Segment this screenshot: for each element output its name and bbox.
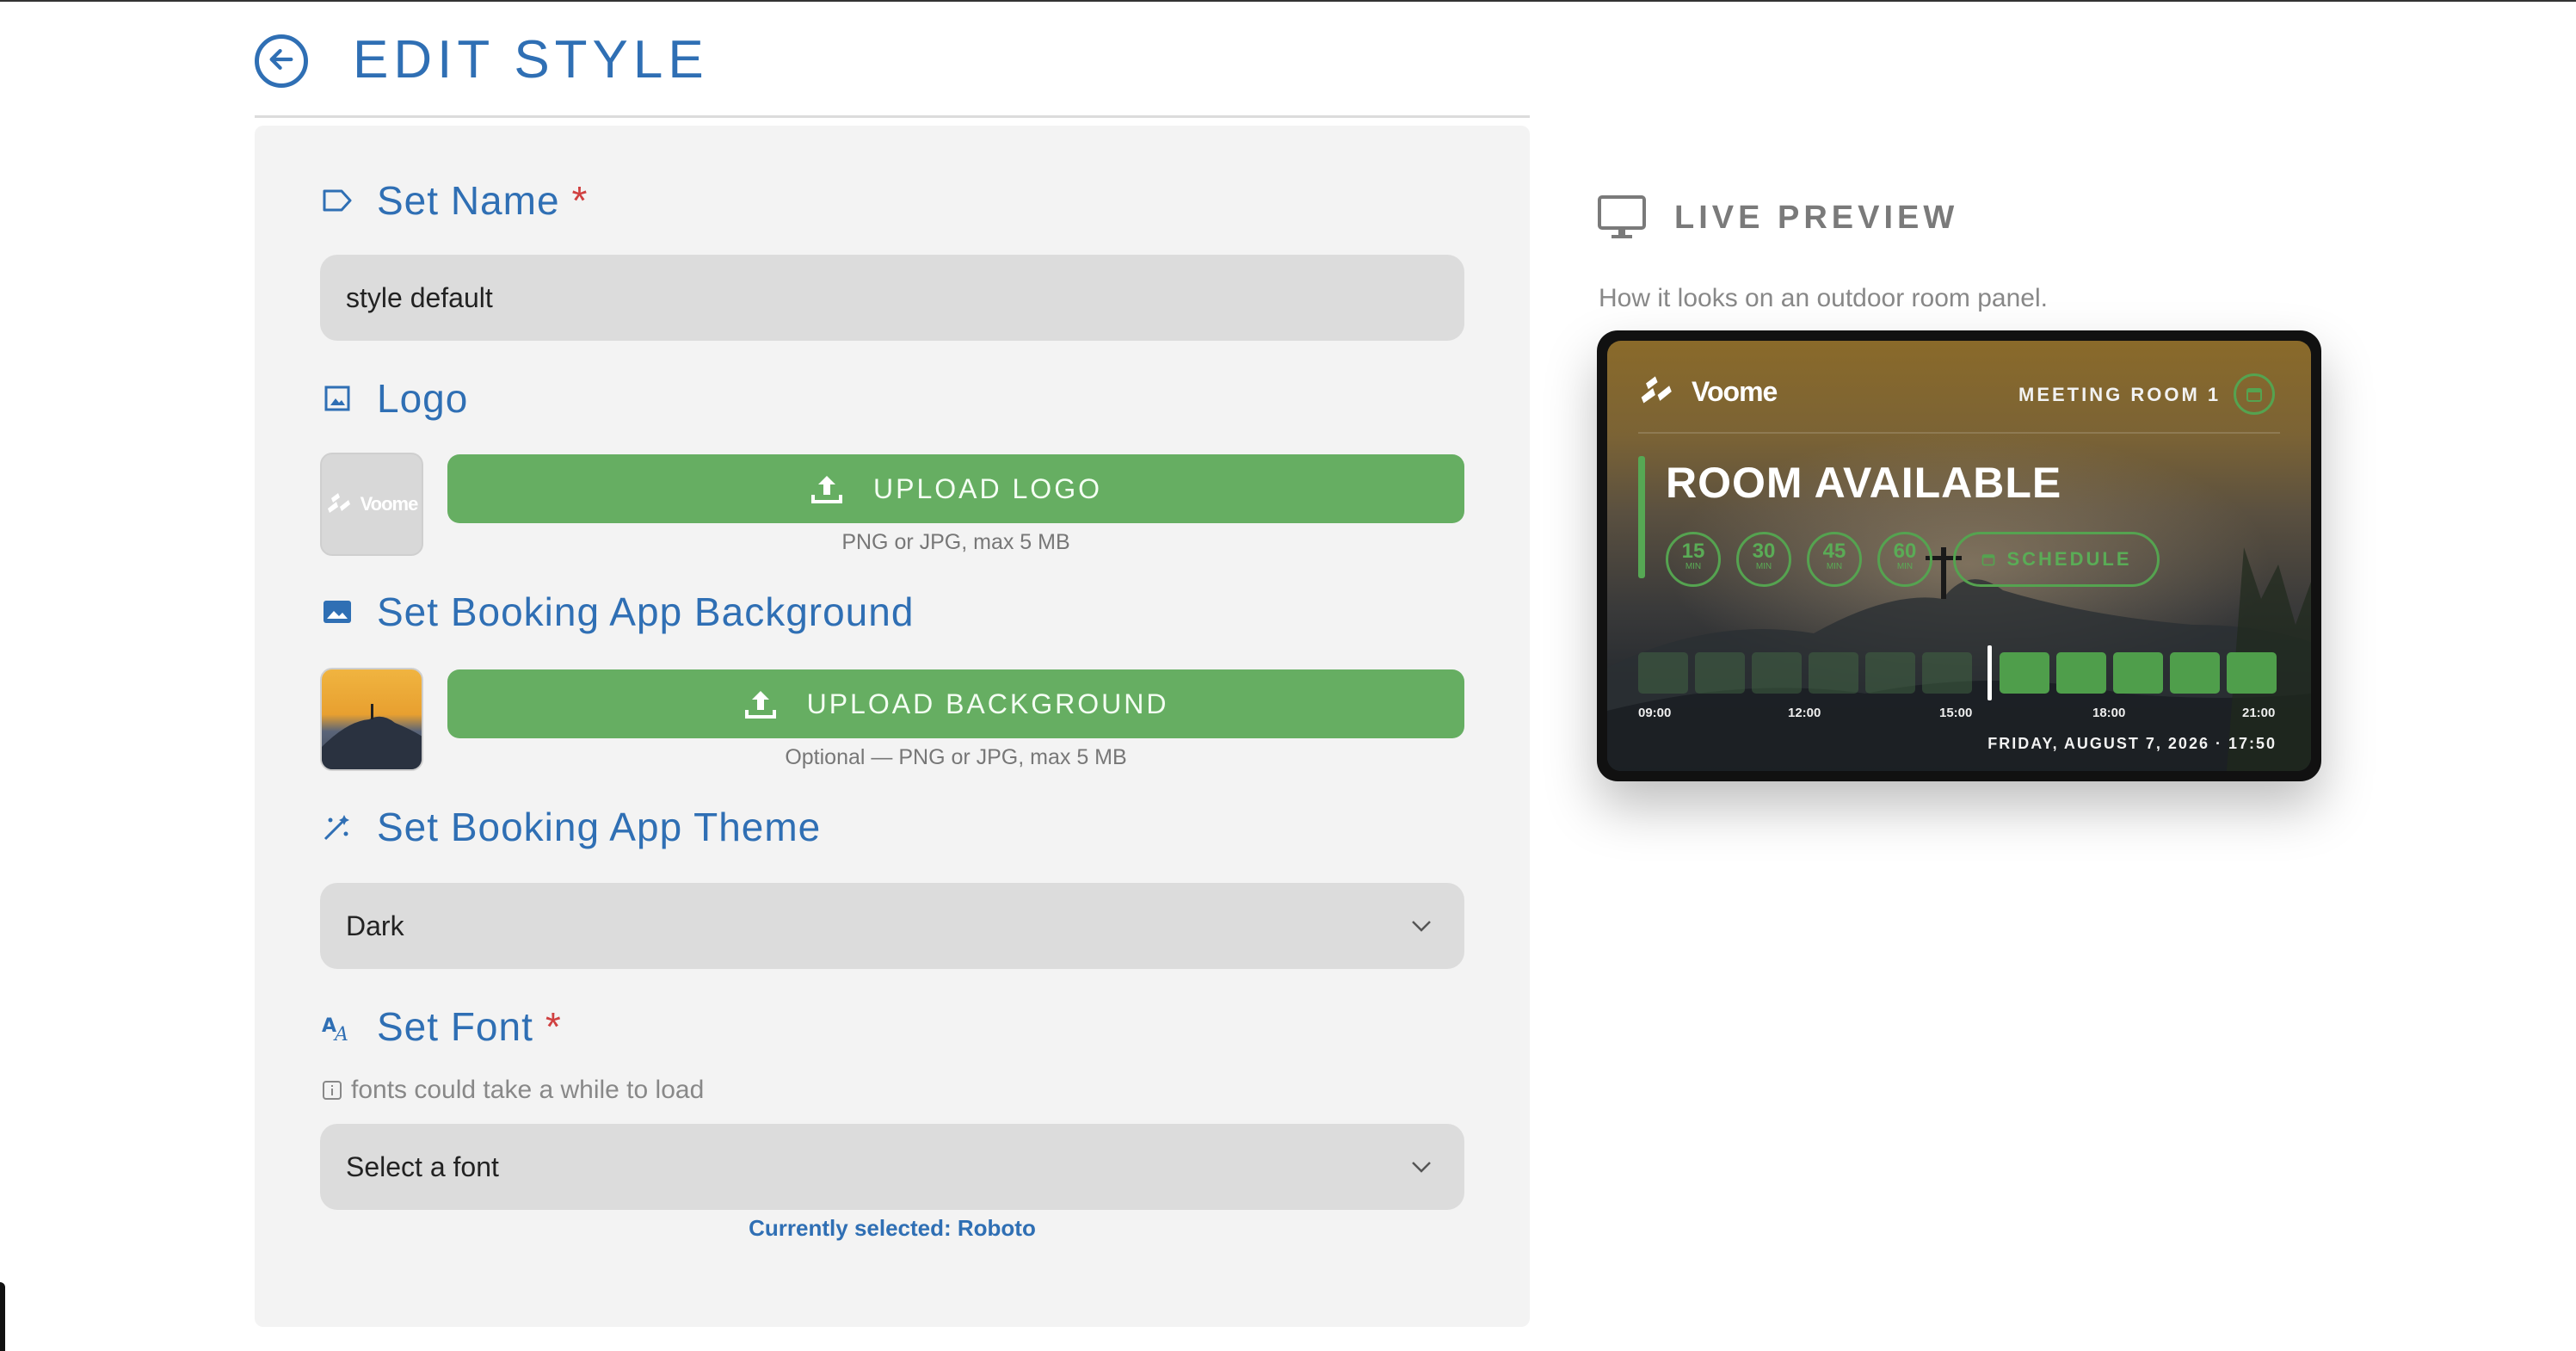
duration-45-button: 45 MIN <box>1807 532 1862 587</box>
preview-subtitle: How it looks on an outdoor room panel. <box>1599 284 2048 312</box>
room-name: MEETING ROOM 1 <box>2018 384 2222 405</box>
window-corner <box>0 1282 5 1351</box>
monitor-icon <box>1597 194 1647 241</box>
timeline-slot <box>1809 652 1858 694</box>
background-thumbnail <box>320 668 423 771</box>
upload-icon <box>743 688 778 720</box>
current-time-marker <box>1987 645 1992 700</box>
upload-background-button[interactable]: UPLOAD BACKGROUND <box>447 669 1464 738</box>
logo-thumbnail: Voome <box>320 453 423 556</box>
timeline-tick: 09:00 <box>1638 706 1672 720</box>
logo-thumb-image: Voome <box>326 490 418 519</box>
theme-label: Set Booking App Theme <box>320 804 821 850</box>
window-top-border <box>0 0 2576 2</box>
logo-hint: PNG or JPG, max 5 MB <box>841 530 1070 554</box>
title-divider <box>255 115 1530 118</box>
set-name-input[interactable]: style default <box>320 255 1464 341</box>
background-thumb-image <box>322 704 422 769</box>
font-select[interactable]: Select a font <box>320 1124 1464 1210</box>
panel-screen: Voome MEETING ROOM 1 ROOM AVAILABLE 15 M… <box>1607 341 2311 771</box>
preview-header: LIVE PREVIEW <box>1597 194 1958 241</box>
duration-60-button: 60 MIN <box>1877 532 1932 587</box>
status-indicator <box>1638 456 1645 578</box>
background-hint: Optional — PNG or JPG, max 5 MB <box>785 745 1127 769</box>
theme-select[interactable]: Dark <box>320 883 1464 969</box>
page-title: EDIT STYLE <box>353 30 709 89</box>
set-name-label: Set Name * <box>320 177 588 224</box>
timeline-slot <box>2000 652 2049 694</box>
svg-text:A: A <box>333 1024 349 1042</box>
timeline-tick: 12:00 <box>1788 706 1821 720</box>
current-font-text: Currently selected: Roboto <box>749 1215 1036 1241</box>
required-mark: * <box>545 1004 562 1049</box>
timeline-slot <box>1752 652 1802 694</box>
timeline-slot <box>1695 652 1745 694</box>
image-icon <box>320 381 354 416</box>
panel-divider <box>1638 432 2280 434</box>
landscape-image-icon <box>320 595 354 629</box>
timeline-slot <box>2170 652 2220 694</box>
arrow-left-circle-icon <box>267 45 296 78</box>
calendar-icon <box>2234 373 2275 415</box>
timeline-tick: 21:00 <box>2242 706 2276 720</box>
required-mark: * <box>571 178 589 223</box>
timeline-slot <box>2056 652 2106 694</box>
timeline-slot <box>1638 652 1688 694</box>
room-panel-preview: Voome MEETING ROOM 1 ROOM AVAILABLE 15 M… <box>1597 330 2321 781</box>
upload-logo-button[interactable]: UPLOAD LOGO <box>447 454 1464 523</box>
panel-logo: Voome <box>1638 372 1778 411</box>
voome-logo-mark <box>1641 376 1672 404</box>
font-label: AA Set Font * <box>320 1004 562 1049</box>
timeline-slot <box>2113 652 2163 694</box>
duration-15-button: 15 MIN <box>1666 532 1721 587</box>
logo-label: Logo <box>320 375 468 422</box>
timeline-slot <box>2227 652 2277 694</box>
schedule-button: SCHEDULE <box>1953 532 2160 587</box>
tag-icon <box>320 183 354 218</box>
background-label: Set Booking App Background <box>320 589 914 635</box>
font-icon: AA <box>320 1009 354 1044</box>
duration-30-button: 30 MIN <box>1736 532 1791 587</box>
timeline-slot <box>1922 652 1972 694</box>
fonts-note: fonts could take a while to load <box>322 1076 704 1105</box>
calendar-icon <box>1981 552 1996 567</box>
info-icon <box>322 1080 342 1101</box>
background-landscape <box>1607 547 2311 771</box>
timeline-slot <box>1865 652 1915 694</box>
panel-datetime: FRIDAY, AUGUST 7, 2026 · 17:50 <box>1987 735 2277 752</box>
timeline-tick: 18:00 <box>2092 706 2126 720</box>
chevron-down-icon <box>1404 1150 1439 1184</box>
theme-wand-icon <box>320 810 354 844</box>
upload-icon <box>810 472 844 505</box>
timeline-tick: 15:00 <box>1939 706 1973 720</box>
chevron-down-icon <box>1404 909 1439 943</box>
back-button[interactable] <box>255 34 308 88</box>
room-status: ROOM AVAILABLE <box>1666 459 2062 507</box>
